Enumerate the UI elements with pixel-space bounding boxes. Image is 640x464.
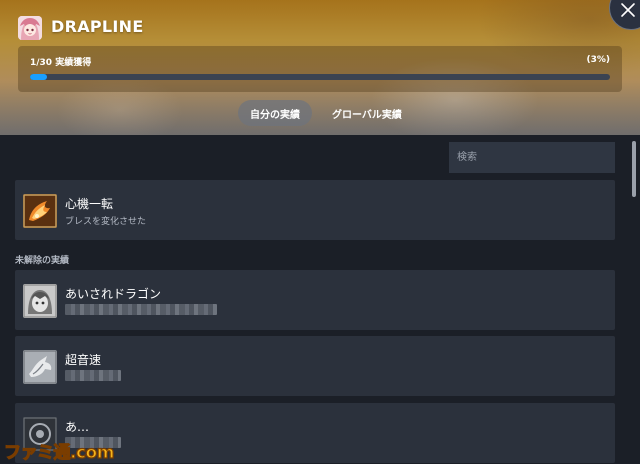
character-face-icon [23, 284, 57, 318]
close-icon [621, 3, 635, 17]
achievement-name: 超音速 [65, 353, 102, 367]
progress-bar [30, 74, 610, 80]
achievement-name: あ… [65, 420, 90, 434]
achievement-card-locked[interactable]: あいされドラゴン [15, 270, 615, 330]
hidden-description [65, 370, 121, 381]
progress-label: 1/30 実績獲得 [30, 58, 92, 68]
achievement-name: 心機一転 [65, 197, 114, 211]
progress-panel: 1/30 実績獲得 (3%) [18, 46, 622, 92]
achievement-card-unlocked[interactable]: 心機一転 ブレスを変化させた [15, 180, 615, 240]
achievements-window: DRAPLINE 1/30 実績獲得 (3%) 自分の実績 グローバル実績 検索… [0, 0, 640, 464]
achievement-name: あいされドラゴン [65, 287, 162, 301]
achievement-list: 心機一転 ブレスを変化させた 未解除の実績 あいされドラゴン [0, 135, 640, 464]
dragon-silhouette-icon [23, 350, 57, 384]
progress-percent: (3%) [586, 55, 610, 65]
tab-bar: 自分の実績 グローバル実績 [238, 100, 414, 126]
tab-global-achievements[interactable]: グローバル実績 [320, 100, 414, 126]
header: DRAPLINE 1/30 実績獲得 (3%) 自分の実績 グローバル実績 [0, 0, 640, 135]
close-button[interactable] [609, 0, 640, 30]
scrollbar[interactable] [631, 135, 637, 464]
hidden-description [65, 304, 217, 315]
locked-section-heading: 未解除の実績 [15, 256, 70, 266]
site-watermark: ファミ通.com [3, 442, 115, 463]
search-input[interactable] [449, 142, 615, 173]
anime-character-icon [18, 16, 42, 40]
progress-bar-fill [30, 74, 48, 80]
tab-my-achievements[interactable]: 自分の実績 [238, 100, 312, 126]
fire-dragon-icon [23, 194, 57, 228]
scrollbar-thumb[interactable] [632, 141, 636, 197]
app-title: DRAPLINE [51, 17, 144, 36]
achievement-description: ブレスを変化させた [65, 217, 147, 227]
achievement-card-locked[interactable]: 超音速 [15, 336, 615, 396]
